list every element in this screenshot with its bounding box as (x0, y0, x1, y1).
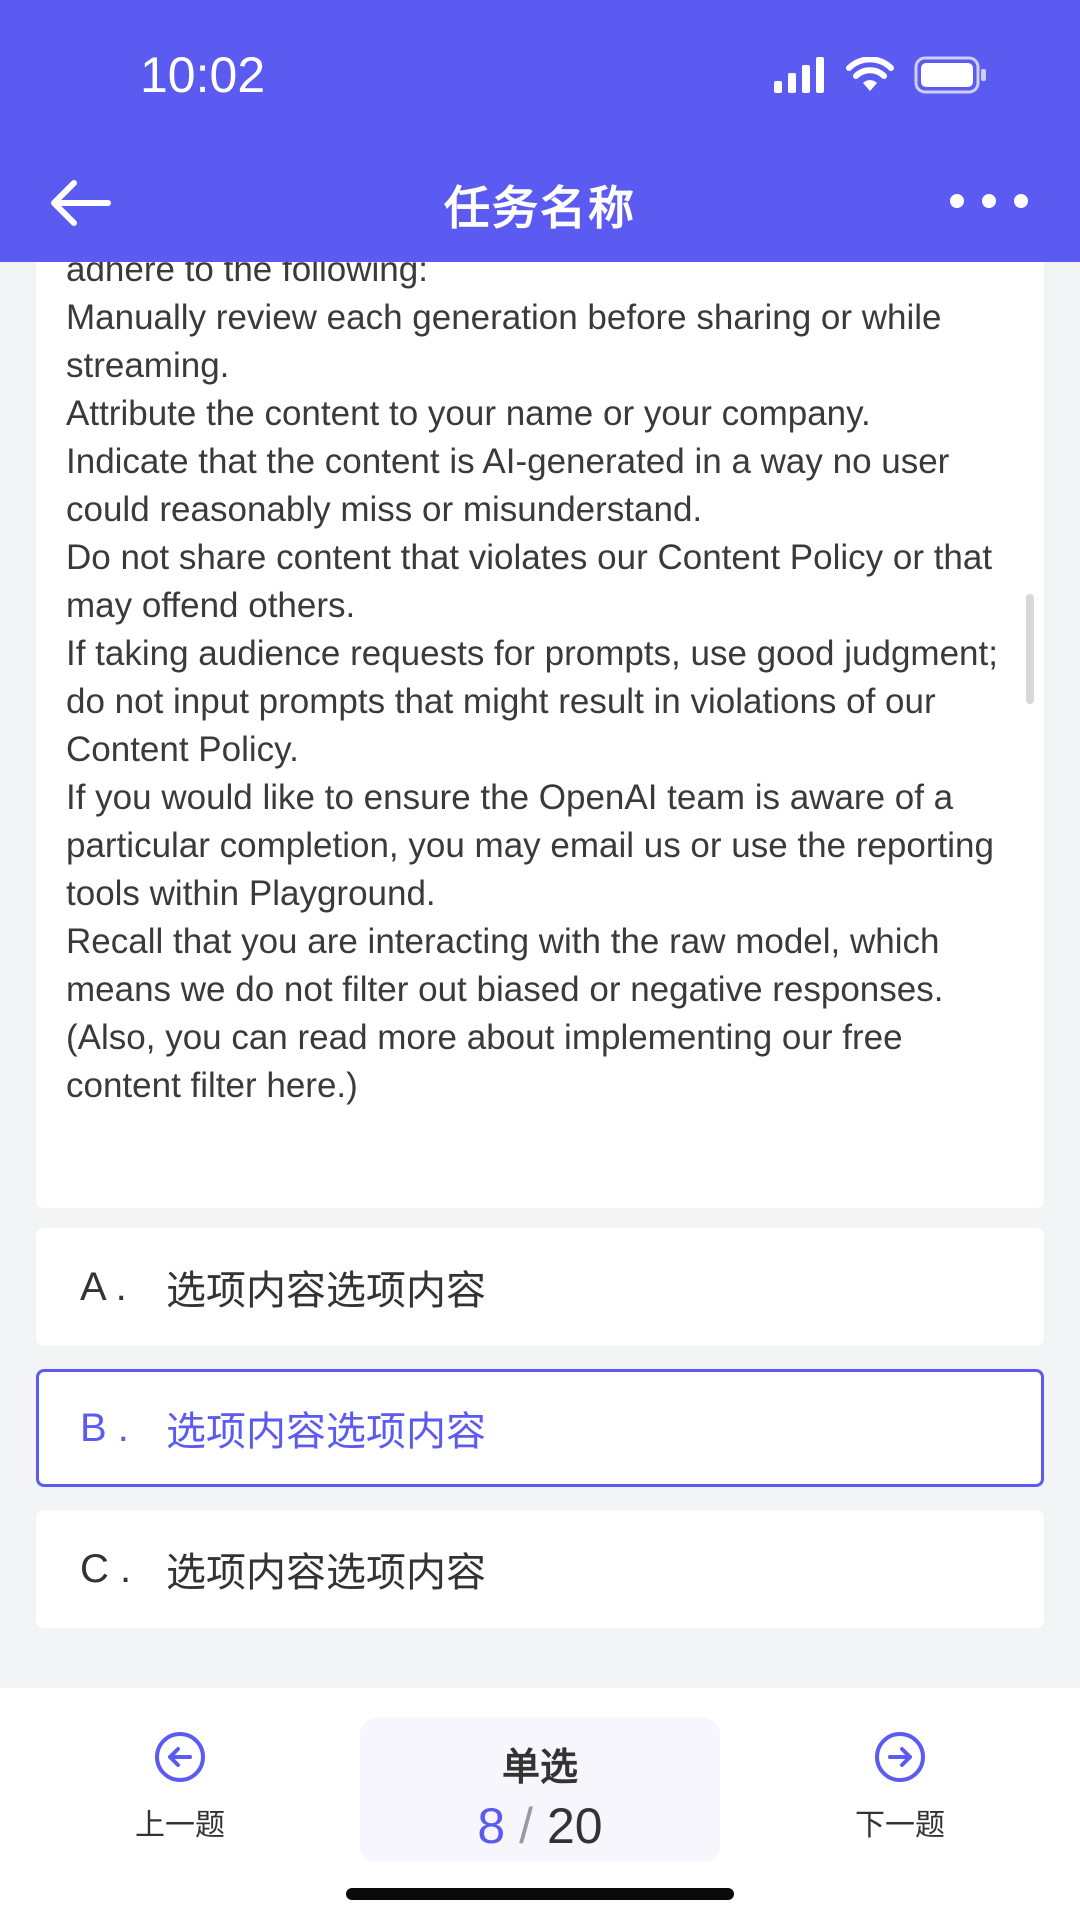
content-scrollbar[interactable] (1026, 594, 1034, 704)
wifi-icon (846, 57, 894, 91)
option-a[interactable]: A . 选项内容选项内容 (36, 1228, 1044, 1346)
next-question-label: 下一题 (855, 1809, 945, 1842)
current-question-number: 8 (477, 1798, 506, 1854)
option-b[interactable]: B . 选项内容选项内容 (36, 1369, 1044, 1487)
option-letter: B . (80, 1405, 129, 1450)
question-type: 单选 (501, 1747, 578, 1789)
page-title: 任务名称 (444, 182, 636, 234)
option-text: 选项内容选项内容 (166, 1410, 486, 1454)
total-question-number: 20 (546, 1798, 603, 1854)
article-line: Indicate that the content is AI-generate… (66, 442, 950, 529)
arrow-right-circle-icon (875, 1732, 925, 1782)
home-indicator[interactable] (346, 1888, 734, 1900)
arrow-left-circle-icon (155, 1732, 205, 1782)
article-line: Manually review each generation before s… (66, 298, 942, 385)
question-progress: 8 / 20 (360, 1797, 720, 1855)
article-line: Attribute the content to your name or yo… (66, 394, 871, 433)
question-text: adhere to the following: Manually review… (66, 262, 1026, 1110)
status-icons (774, 52, 988, 98)
battery-icon (914, 56, 986, 94)
footer-bar: 上一题 单选 8 / 20 下一题 (0, 1688, 1080, 1920)
option-c[interactable]: C . 选项内容选项内容 (36, 1510, 1044, 1628)
article-line: adhere to the following: (66, 262, 428, 289)
question-content-card[interactable]: adhere to the following: Manually review… (36, 262, 1044, 1208)
header-bar: 10:02 任务名称 (0, 0, 1080, 262)
option-letter: A . (80, 1264, 127, 1309)
option-text: 选项内容选项内容 (166, 1551, 486, 1595)
more-dots-icon[interactable] (946, 190, 1032, 212)
question-counter: 单选 8 / 20 (360, 1718, 720, 1862)
option-letter: C . (80, 1546, 132, 1591)
option-text: 选项内容选项内容 (166, 1269, 486, 1313)
article-line: Recall that you are interacting with the… (66, 922, 944, 1105)
prev-question-label: 上一题 (135, 1809, 225, 1842)
article-line: If you would like to ensure the OpenAI t… (66, 778, 994, 913)
article-line: Do not share content that violates our C… (66, 538, 993, 625)
signal-icon (774, 57, 824, 93)
progress-separator: / (519, 1798, 534, 1854)
status-time: 10:02 (140, 47, 266, 103)
article-line: If taking audience requests for prompts,… (66, 634, 998, 769)
prev-question-button[interactable]: 上一题 (80, 1730, 280, 1844)
next-question-button[interactable]: 下一题 (800, 1730, 1000, 1844)
